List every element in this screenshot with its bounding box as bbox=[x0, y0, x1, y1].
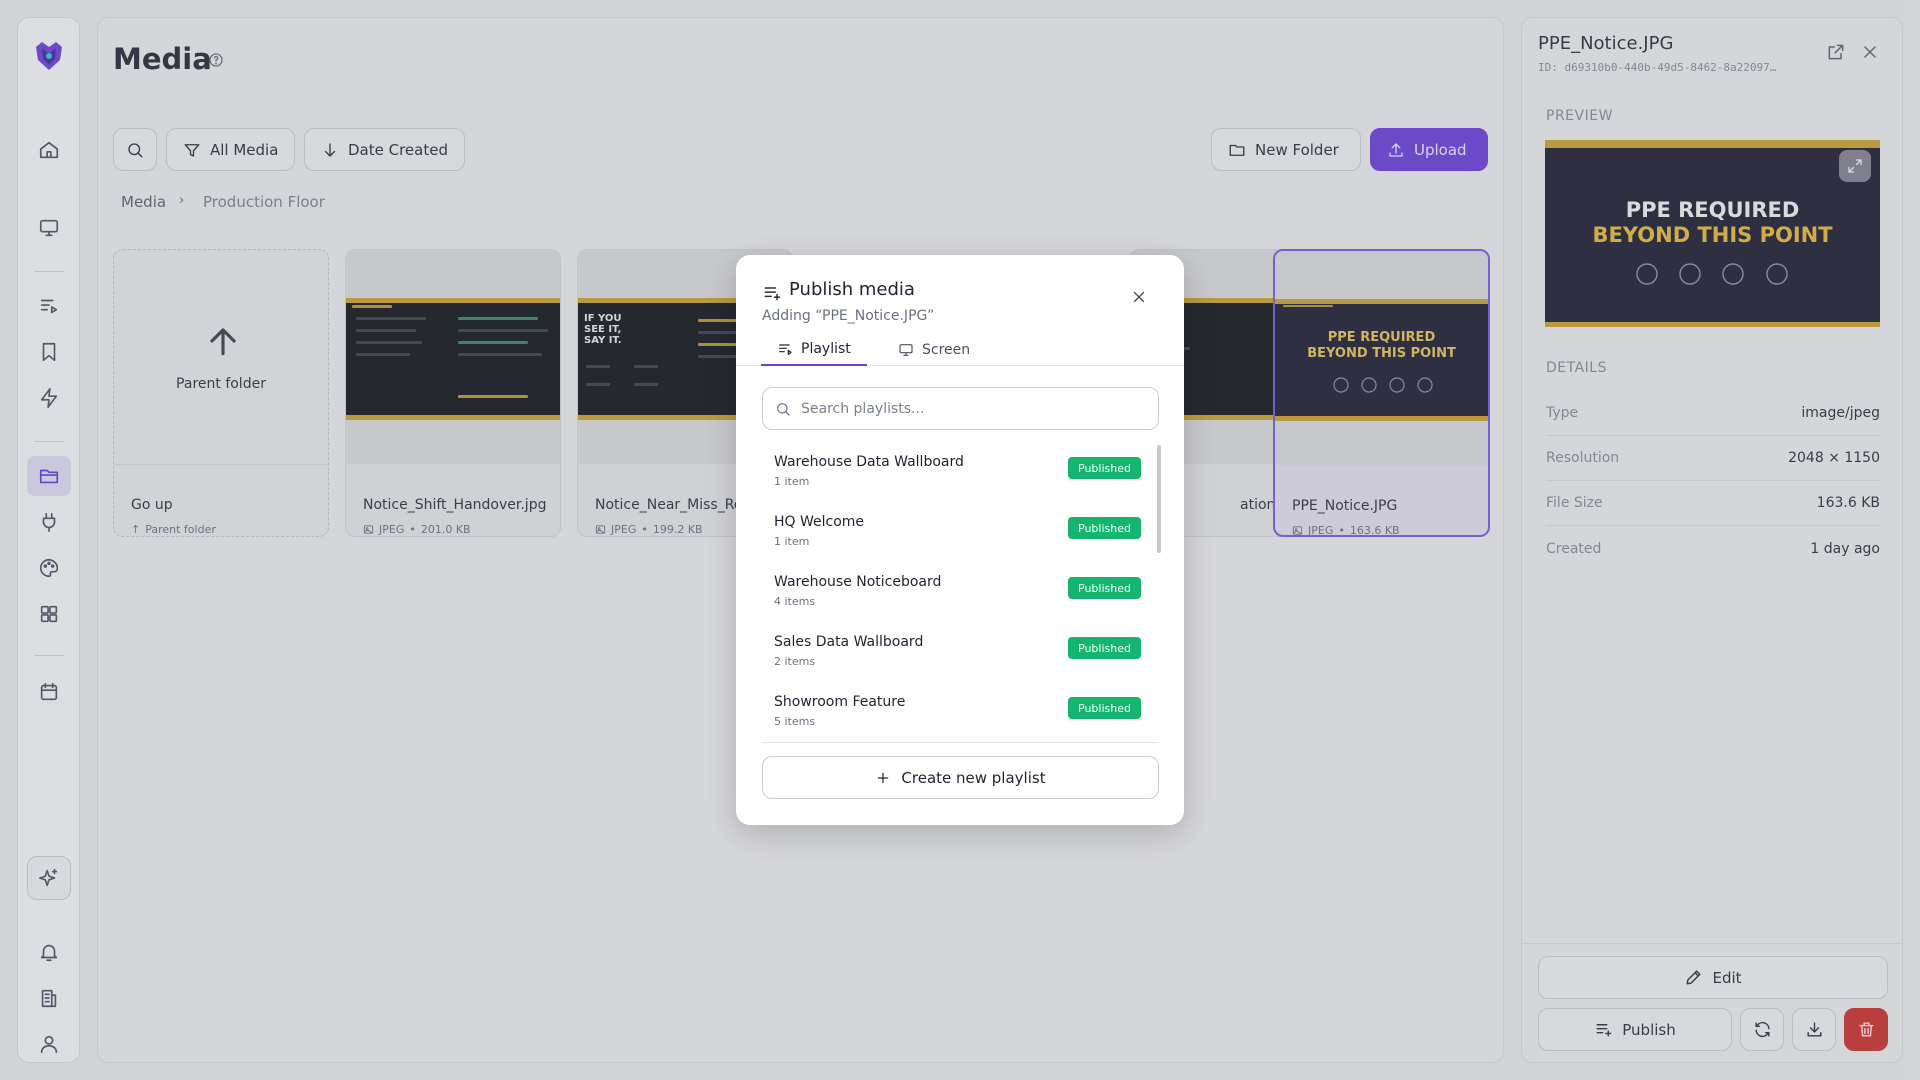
playlist-list: Warehouse Data Wallboard 1 item Publishe… bbox=[762, 442, 1159, 742]
dialog-subtitle: Adding “PPE_Notice.JPG” bbox=[762, 308, 935, 324]
status-badge: Published bbox=[1068, 457, 1141, 479]
playlist-add-icon bbox=[762, 283, 782, 303]
playlist-search bbox=[762, 387, 1159, 430]
dialog-title: Publish media bbox=[789, 279, 915, 300]
playlist-icon bbox=[779, 343, 792, 355]
playlist-item[interactable]: Warehouse Noticeboard 4 items Published bbox=[762, 562, 1147, 622]
plus-icon bbox=[878, 772, 889, 783]
playlist-search-input[interactable] bbox=[801, 400, 1141, 417]
playlist-item[interactable]: Sales Data Wallboard 2 items Published bbox=[762, 622, 1147, 682]
search-icon bbox=[777, 402, 790, 416]
playlist-item[interactable]: HQ Welcome 1 item Published bbox=[762, 502, 1147, 562]
playlist-item[interactable]: Showroom Feature 5 items Published bbox=[762, 682, 1147, 742]
status-badge: Published bbox=[1068, 577, 1141, 599]
dialog-tabs: Playlist Screen bbox=[736, 333, 1184, 366]
status-badge: Published bbox=[1068, 697, 1141, 719]
monitor-icon bbox=[899, 343, 913, 356]
status-badge: Published bbox=[1068, 517, 1141, 539]
tab-screen[interactable]: Screen bbox=[882, 333, 986, 366]
status-badge: Published bbox=[1068, 637, 1141, 659]
close-icon[interactable] bbox=[1130, 288, 1148, 306]
playlist-scrollbar[interactable] bbox=[1157, 445, 1161, 553]
create-new-playlist-button[interactable]: Create new playlist bbox=[762, 756, 1159, 799]
publish-media-dialog: Publish media Adding “PPE_Notice.JPG” Pl… bbox=[736, 255, 1184, 825]
tab-playlist[interactable]: Playlist bbox=[761, 333, 867, 366]
playlist-item[interactable]: Warehouse Data Wallboard 1 item Publishe… bbox=[762, 442, 1147, 502]
